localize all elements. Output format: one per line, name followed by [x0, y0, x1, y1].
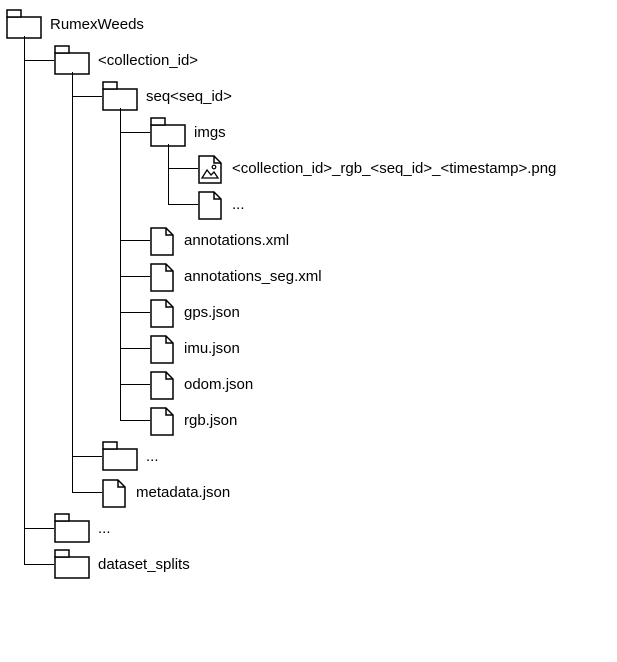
- directory-tree: RumexWeeds <collection_id> seq<seq_id>: [6, 6, 611, 582]
- annotations-seg-xml-label: annotations_seg.xml: [184, 268, 322, 285]
- file-icon: [150, 371, 176, 397]
- root-label: RumexWeeds: [50, 16, 144, 33]
- odom-json-label: odom.json: [184, 376, 253, 393]
- annotations-xml-label: annotations.xml: [184, 232, 289, 249]
- folder-icon: [150, 117, 186, 147]
- folder-icon: [54, 45, 90, 75]
- root-node: RumexWeeds: [6, 6, 611, 42]
- file-icon: [150, 299, 176, 325]
- metadata-json-node: metadata.json: [102, 474, 611, 510]
- file-icon: [198, 191, 224, 217]
- imu-json-node: imu.json: [150, 330, 611, 366]
- collection-children: seq<seq_id> imgs: [72, 78, 611, 510]
- imu-json-label: imu.json: [184, 340, 240, 357]
- file-icon: [150, 335, 176, 361]
- rgb-json-label: rgb.json: [184, 412, 237, 429]
- image-file-icon: [198, 155, 224, 181]
- image-file-label: <collection_id>_rgb_<seq_id>_<timestamp>…: [232, 160, 556, 177]
- root-more-node: ...: [54, 510, 611, 546]
- file-icon: [150, 227, 176, 253]
- collection-node: <collection_id>: [54, 42, 611, 78]
- odom-json-node: odom.json: [150, 366, 611, 402]
- root-more-label: ...: [98, 520, 111, 537]
- annotations-xml-node: annotations.xml: [150, 222, 611, 258]
- root-children: <collection_id> seq<seq_id>: [24, 42, 611, 582]
- gps-json-label: gps.json: [184, 304, 240, 321]
- image-more-label: ...: [232, 196, 245, 213]
- folder-icon: [102, 81, 138, 111]
- file-icon: [150, 263, 176, 289]
- file-icon: [150, 407, 176, 433]
- folder-icon: [6, 9, 42, 39]
- seq-node: seq<seq_id>: [102, 78, 611, 114]
- image-file-node: <collection_id>_rgb_<seq_id>_<timestamp>…: [198, 150, 611, 186]
- rgb-json-node: rgb.json: [150, 402, 611, 438]
- dataset-splits-label: dataset_splits: [98, 556, 190, 573]
- folder-icon: [54, 549, 90, 579]
- seq-label: seq<seq_id>: [146, 88, 232, 105]
- metadata-json-label: metadata.json: [136, 484, 230, 501]
- seq-more-label: ...: [146, 448, 159, 465]
- dataset-splits-node: dataset_splits: [54, 546, 611, 582]
- seq-children: imgs <collection_id>_rgb_<seq_id>_<times…: [120, 114, 611, 438]
- gps-json-node: gps.json: [150, 294, 611, 330]
- folder-icon: [54, 513, 90, 543]
- imgs-label: imgs: [194, 124, 226, 141]
- file-icon: [102, 479, 128, 505]
- annotations-seg-xml-node: annotations_seg.xml: [150, 258, 611, 294]
- folder-icon: [102, 441, 138, 471]
- image-more-node: ...: [198, 186, 611, 222]
- seq-more-node: ...: [102, 438, 611, 474]
- imgs-children: <collection_id>_rgb_<seq_id>_<timestamp>…: [168, 150, 611, 222]
- collection-label: <collection_id>: [98, 52, 198, 69]
- imgs-node: imgs: [150, 114, 611, 150]
